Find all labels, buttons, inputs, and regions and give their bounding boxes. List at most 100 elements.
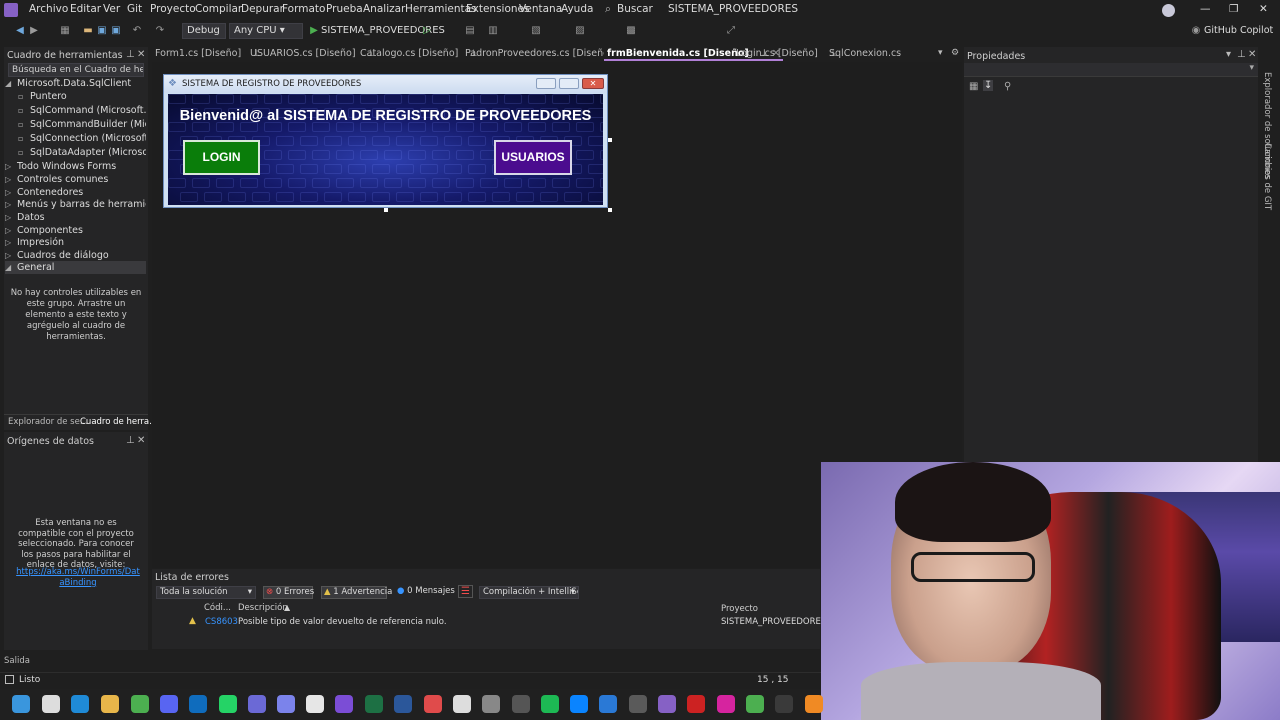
menu-depurar[interactable]: Depurar <box>241 3 284 15</box>
login-button[interactable]: LOGIN <box>183 140 260 175</box>
chrome-icon-2[interactable] <box>746 695 764 713</box>
table-row[interactable]: ▲ CS8603 Posible tipo de valor devuelto … <box>152 616 826 629</box>
new-project-icon[interactable]: ▦ <box>59 25 71 37</box>
save-icon[interactable]: ▣ <box>96 25 108 37</box>
app-icon-5[interactable] <box>775 695 793 713</box>
side-tab-git[interactable]: Cambios de GIT <box>1262 143 1272 210</box>
alphabetical-icon[interactable]: ↧ <box>983 80 994 91</box>
toolbox-item[interactable]: ▫ SqlDataAdapter (Microsoft.... <box>18 146 146 159</box>
copilot-icon[interactable]: ◉ <box>1190 25 1202 37</box>
property-pages-icon[interactable]: ⚲ <box>1004 81 1011 92</box>
toolbox-item[interactable]: ▫ SqlCommandBuilder (Micro... <box>18 118 146 131</box>
menu-git[interactable]: Git <box>127 3 142 15</box>
toolbox-item[interactable]: ▫ Puntero <box>18 90 146 103</box>
col-code[interactable]: Códi... <box>204 603 231 613</box>
toolbox-item[interactable]: ▷ Impresión <box>5 236 146 249</box>
whatsapp-icon[interactable] <box>219 695 237 713</box>
vs-installer-icon[interactable] <box>248 695 266 713</box>
outlook-icon[interactable] <box>189 695 207 713</box>
close-icon[interactable]: ✕ <box>1259 3 1268 15</box>
tab-settings-icon[interactable]: ⚙ <box>951 48 959 58</box>
menu-compilar[interactable]: Compilar <box>195 3 242 15</box>
warnings-filter-button[interactable]: ▲ 1 Advertencia <box>321 586 392 599</box>
close-datasources-icon[interactable]: ✕ <box>137 435 145 446</box>
col-description[interactable]: Descripción <box>238 603 288 613</box>
resize-handle-corner[interactable] <box>608 208 612 212</box>
form-maximize-icon[interactable] <box>559 78 579 89</box>
scope-select[interactable]: Toda la solución ▾ <box>156 586 256 599</box>
messages-filter-button[interactable]: ● 0 Mensajes <box>395 586 455 599</box>
platform-select[interactable]: Any CPU ▾ <box>229 23 303 39</box>
databinding-link[interactable]: https://aka.ms/WinForms/DataBinding <box>14 567 142 588</box>
spotify-icon[interactable] <box>541 695 559 713</box>
obs-icon[interactable] <box>335 695 353 713</box>
github-icon[interactable] <box>306 695 324 713</box>
play-icon[interactable]: ▶ <box>308 25 320 37</box>
tool-icon[interactable] <box>424 695 442 713</box>
redo-icon[interactable]: ↷ <box>154 25 166 37</box>
menu-proyecto[interactable]: Proyecto <box>150 3 196 15</box>
form-minimize-icon[interactable] <box>536 78 556 89</box>
toolbox-item[interactable]: ▫ SqlConnection (Microsoft.D... <box>18 132 146 145</box>
search-icon[interactable] <box>42 695 60 713</box>
toolbar-icon-b[interactable]: ▥ <box>487 25 499 37</box>
menu-editar[interactable]: Editar <box>70 3 101 15</box>
tab-overflow-icon[interactable]: ▾ <box>938 48 943 58</box>
tab-cuadro[interactable]: Cuadro de herra... <box>80 417 157 427</box>
menu-prueba[interactable]: Prueba <box>326 3 363 15</box>
search-button[interactable]: Buscar <box>617 3 653 15</box>
pin-properties-icon[interactable]: ⊥ <box>1237 49 1246 60</box>
menu-formato[interactable]: Formato <box>282 3 325 15</box>
maximize-icon[interactable]: ❐ <box>1229 3 1238 15</box>
forward-icon[interactable]: ▶ <box>28 25 40 37</box>
menu-ver[interactable]: Ver <box>103 3 120 15</box>
search-icon[interactable]: ⌕ <box>605 3 611 16</box>
toolbar-icon-f[interactable]: ⤢ <box>725 25 737 37</box>
app-icon[interactable] <box>453 695 471 713</box>
menu-analizar[interactable]: Analizar <box>363 3 405 15</box>
file-explorer-icon[interactable] <box>101 695 119 713</box>
pin-datasources-icon[interactable]: ⊥ <box>126 435 135 446</box>
properties-menu-icon[interactable]: ▾ <box>1226 49 1231 60</box>
start-icon[interactable] <box>12 695 30 713</box>
copilot-button[interactable]: GitHub Copilot <box>1204 25 1273 36</box>
toolbar-icon-d[interactable]: ▨ <box>574 25 586 37</box>
edge-icon[interactable] <box>71 695 89 713</box>
undo-icon[interactable]: ↶ <box>131 25 143 37</box>
visual-studio-icon[interactable] <box>658 695 676 713</box>
toolbox-item[interactable]: ▷ Controles comunes <box>5 173 146 186</box>
minimize-icon[interactable]: — <box>1200 3 1211 15</box>
row-code[interactable]: CS8603 <box>205 617 238 627</box>
toolbar-icon-a[interactable]: ▤ <box>464 25 476 37</box>
excel-icon[interactable] <box>365 695 383 713</box>
pin-icon[interactable]: ⊥ <box>126 49 135 60</box>
teams-icon[interactable] <box>277 695 295 713</box>
toolbox-item[interactable]: ◢ General <box>5 261 146 274</box>
col-project[interactable]: Proyecto <box>721 604 758 614</box>
config-select[interactable]: Debug <box>182 23 226 39</box>
vs-logo-icon[interactable] <box>4 3 18 17</box>
back-icon[interactable]: ◀ <box>14 25 26 37</box>
output-tab[interactable]: Salida <box>4 656 30 666</box>
categorized-icon[interactable]: ▦ <box>969 81 978 92</box>
chrome-icon[interactable] <box>131 695 149 713</box>
app-icon-6[interactable] <box>805 695 823 713</box>
menu-archivo[interactable]: Archivo <box>29 3 68 15</box>
toolbar-icon-e[interactable]: ▩ <box>625 25 637 37</box>
close-toolbox-icon[interactable]: ✕ <box>137 49 145 60</box>
doc-tab[interactable]: SqlConexion.cs <box>826 47 904 61</box>
git-icon[interactable] <box>482 695 500 713</box>
todo-icon[interactable] <box>599 695 617 713</box>
toolbox-item[interactable]: ▷ Todo Windows Forms <box>5 160 146 173</box>
tab-explorador[interactable]: Explorador de se... <box>8 417 88 427</box>
filter-icon[interactable]: ☰ <box>458 585 473 598</box>
account-avatar[interactable] <box>1162 4 1175 17</box>
terminal-icon[interactable] <box>512 695 530 713</box>
usuarios-button[interactable]: USUARIOS <box>494 140 572 175</box>
menu-ayuda[interactable]: Ayuda <box>561 3 593 15</box>
start-without-debug-icon[interactable]: ▷ <box>421 25 433 37</box>
app-icon-3[interactable] <box>629 695 647 713</box>
toolbox-item[interactable]: ▷ Datos <box>5 211 146 224</box>
build-filter-select[interactable]: Compilación + IntelliSen ▾ <box>479 586 579 599</box>
properties-object-select[interactable]: ▾ <box>964 63 1258 77</box>
